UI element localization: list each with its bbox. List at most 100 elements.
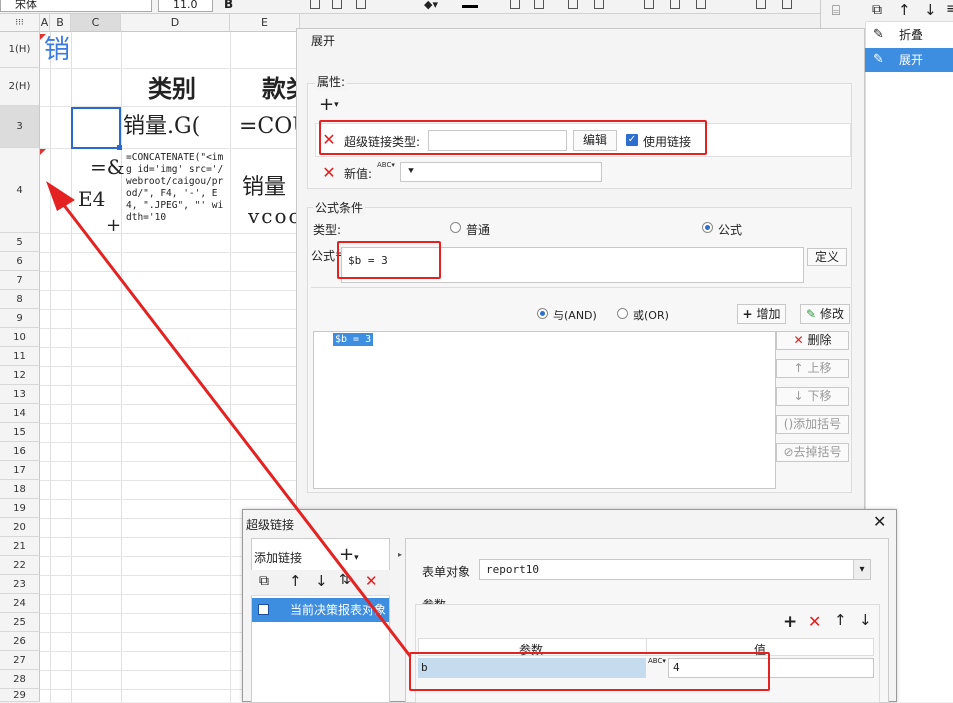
row-header[interactable]: 2(H) — [0, 68, 40, 106]
row-header[interactable]: 15 — [0, 423, 40, 442]
row-header[interactable]: 6 — [0, 252, 40, 271]
define-button[interactable]: 定义 — [807, 248, 847, 266]
cell-d4-formula[interactable]: =CONCATENATE("<img id='img' src='/webroo… — [126, 152, 228, 233]
row-header[interactable]: 10 — [0, 328, 40, 347]
arrow-up-icon[interactable]: ↑ — [289, 572, 302, 590]
font-color-icon[interactable] — [462, 0, 478, 8]
cell-b1[interactable]: 销 — [44, 34, 70, 66]
cell-attr-icon[interactable]: ⌸ — [825, 0, 847, 22]
row-header[interactable]: 19 — [0, 499, 40, 518]
arrow-down-icon[interactable]: ↓ — [924, 1, 937, 19]
add-condition-button[interactable]: + 增加 — [737, 304, 786, 324]
row-header[interactable]: 21 — [0, 537, 40, 556]
image-icon[interactable] — [696, 0, 706, 9]
row-header[interactable]: 13 — [0, 385, 40, 404]
cell-d3[interactable]: 销量.G( — [123, 112, 230, 142]
align-right-icon[interactable] — [356, 0, 366, 9]
rp-item-expand[interactable]: ✎ 展开 — [865, 48, 953, 72]
bold-icon[interactable]: B — [224, 0, 233, 11]
link-item-selected[interactable]: 当前决策报表对象 — [252, 598, 389, 622]
remove-new-value-icon[interactable]: ✕ — [320, 164, 338, 182]
row-header[interactable]: 5 — [0, 233, 40, 252]
cell-c4-line3[interactable]: + — [106, 218, 121, 234]
cell-d2[interactable]: 类别 — [148, 74, 196, 104]
col-header-a[interactable]: A — [40, 14, 50, 32]
row-header[interactable]: 27 — [0, 651, 40, 670]
copy-icon[interactable]: ⧉ — [872, 2, 882, 18]
move-down-button[interactable]: ↓ 下移 — [776, 387, 849, 406]
fill-color-icon[interactable]: ◆▾ — [424, 0, 438, 11]
delete-button[interactable]: ✕ 删除 — [776, 331, 849, 350]
delete-param-icon[interactable]: ✕ — [808, 612, 821, 631]
cell-e2[interactable]: 款类 — [262, 74, 300, 104]
radio-or[interactable] — [617, 308, 628, 319]
align-left-icon[interactable] — [310, 0, 320, 9]
row-header[interactable]: 17 — [0, 461, 40, 480]
text-icon[interactable] — [568, 0, 578, 9]
sheet-icon[interactable] — [756, 0, 766, 9]
arrow-down-icon[interactable]: ↓ — [859, 611, 872, 629]
row-header[interactable]: 11 — [0, 347, 40, 366]
row-header[interactable]: 29 — [0, 689, 40, 702]
format-icon[interactable] — [594, 0, 604, 9]
row-header[interactable]: 14 — [0, 404, 40, 423]
row-header[interactable]: 1(H) — [0, 32, 40, 68]
row-header[interactable]: 12 — [0, 366, 40, 385]
fill-handle[interactable] — [117, 145, 122, 150]
radio-formula[interactable] — [702, 222, 713, 233]
font-name-combo[interactable]: 宋体 — [0, 0, 152, 12]
col-header-d[interactable]: D — [121, 14, 230, 32]
cell-e4-line2[interactable]: vcoo — [248, 204, 300, 228]
condition-list[interactable] — [313, 331, 776, 489]
modify-button[interactable]: ✎ 修改 — [800, 304, 850, 324]
radio-and[interactable] — [537, 308, 548, 319]
condition-item[interactable]: $b = 3 — [333, 333, 374, 346]
row-header[interactable]: 23 — [0, 575, 40, 594]
row-header[interactable]: 7 — [0, 271, 40, 290]
col-header-b[interactable]: B — [50, 14, 71, 32]
row-header[interactable]: 16 — [0, 442, 40, 461]
arrow-up-icon[interactable]: ↑ — [834, 611, 847, 629]
add-property-button[interactable]: +▾ — [319, 96, 349, 116]
row-header[interactable]: 22 — [0, 556, 40, 575]
cell-c4-line2[interactable]: E4 — [78, 186, 105, 212]
row-header[interactable]: 18 — [0, 480, 40, 499]
delete-link-icon[interactable]: ✕ — [365, 572, 378, 590]
add-paren-button[interactable]: ()添加括号 — [776, 415, 849, 434]
row-header[interactable]: 28 — [0, 670, 40, 689]
form-object-select[interactable]: report10 — [479, 559, 871, 580]
new-value-field[interactable]: ⯆ — [400, 162, 602, 182]
cell-c3-selected[interactable] — [71, 107, 121, 149]
font-size-combo[interactable]: 11.0 — [158, 0, 213, 12]
collapse-arrow-icon[interactable]: ▸ — [398, 550, 402, 559]
chart-icon[interactable] — [670, 0, 680, 9]
rp-item-collapse[interactable]: ✎ 折叠 — [865, 23, 953, 47]
row-header[interactable]: 8 — [0, 290, 40, 309]
add-link-button[interactable]: +▾ — [339, 544, 359, 565]
function-icon[interactable] — [644, 0, 654, 9]
row-header[interactable]: 26 — [0, 632, 40, 651]
move-up-button[interactable]: ↑ 上移 — [776, 359, 849, 378]
close-icon[interactable]: ✕ — [873, 512, 886, 531]
cell-e3[interactable]: =COU — [239, 112, 300, 142]
cell-e4-line1[interactable]: 销量 — [242, 174, 300, 202]
col-header-c[interactable]: C — [71, 14, 121, 32]
arrow-up-icon[interactable]: ↑ — [898, 1, 911, 19]
list-icon[interactable]: ≡ — [946, 1, 953, 17]
corner-selector[interactable]: ⁝⁝⁝ — [0, 14, 40, 32]
align-center-icon[interactable] — [332, 0, 342, 9]
sort-icon[interactable]: ⇅ — [339, 572, 351, 588]
row-header[interactable]: 4 — [0, 148, 40, 233]
chevron-down-icon[interactable]: ▾ — [853, 560, 870, 579]
col-header-e[interactable]: E — [230, 14, 300, 32]
sheet2-icon[interactable] — [782, 0, 792, 9]
row-header[interactable]: 20 — [0, 518, 40, 537]
cell-c4-line1[interactable]: =& — [90, 154, 125, 180]
merge-icon[interactable] — [534, 0, 544, 9]
text-type-icon[interactable]: ABC▾ — [377, 161, 395, 169]
radio-normal[interactable] — [450, 222, 461, 233]
add-param-icon[interactable]: + — [783, 612, 797, 632]
remove-paren-button[interactable]: ⊘去掉括号 — [776, 443, 849, 462]
row-header[interactable]: 25 — [0, 613, 40, 632]
row-header[interactable]: 3 — [0, 106, 40, 148]
